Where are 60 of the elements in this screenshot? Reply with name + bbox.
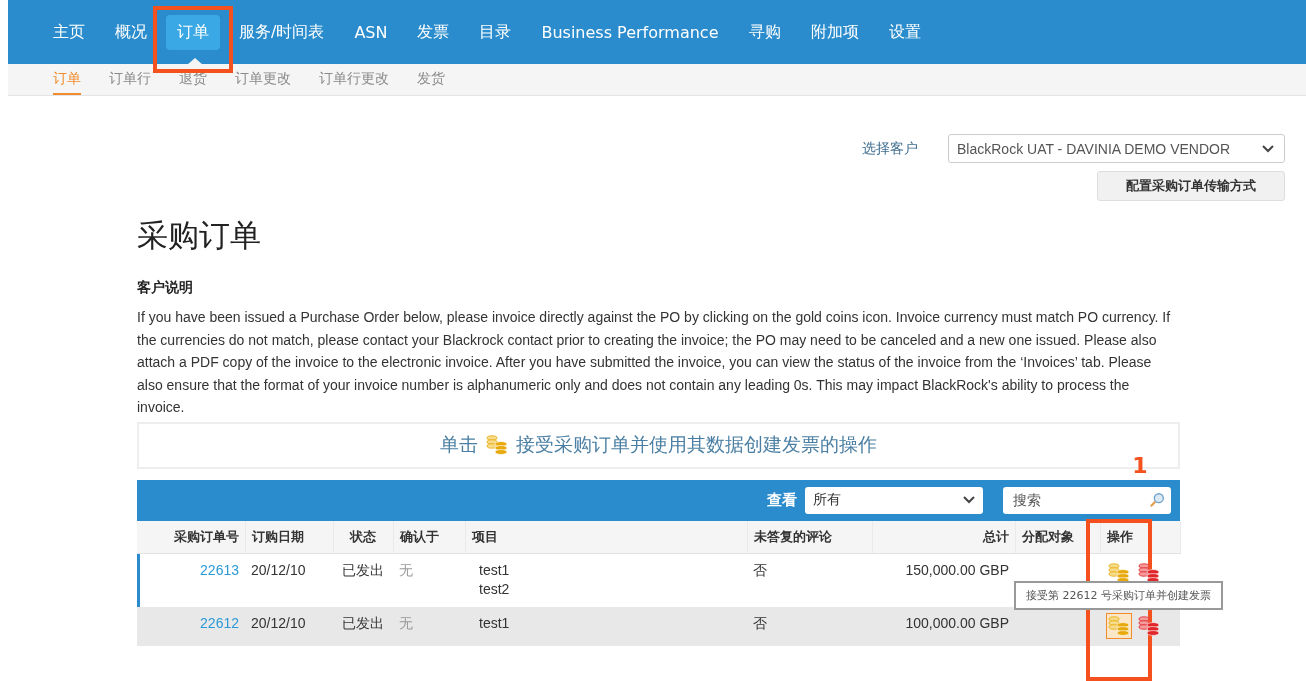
customer-select[interactable]: BlackRock UAT - DAVINIA DEMO VENDOR	[948, 134, 1285, 163]
nav-tab[interactable]: 发票	[406, 14, 461, 50]
tooltip: 接受第 22612 号采购订单并创建发票	[1014, 581, 1223, 611]
nav-tab[interactable]: 目录	[468, 14, 523, 50]
total-amount: 150,000.00 GBP	[905, 562, 1009, 579]
column-header: 状态	[348, 528, 377, 547]
sub-tab[interactable]: 订单更改	[235, 64, 291, 95]
coins-icon	[486, 434, 508, 457]
comments-text: 否	[753, 562, 767, 579]
item-text: test1	[478, 614, 511, 634]
nav-tab[interactable]: ASN	[343, 15, 399, 49]
column-header: 确认于	[399, 528, 440, 547]
item-text: test1	[478, 561, 511, 581]
confirmed-text: 无	[399, 615, 413, 632]
column-header: 总计	[981, 528, 1009, 547]
banner-text: 接受采购订单并使用其数据创建发票的操作	[516, 432, 877, 458]
sub-tab[interactable]: 订单行	[109, 64, 151, 95]
total-amount: 100,000.00 GBP	[905, 615, 1009, 632]
chevron-down-icon	[1262, 144, 1274, 153]
page-title: 采购订单	[137, 216, 262, 255]
column-header: 分配对象	[1021, 528, 1075, 547]
nav-tab[interactable]: 设置	[877, 14, 932, 50]
search-icon	[1148, 491, 1165, 510]
order-date: 20/12/10	[251, 615, 306, 632]
create-invoice-button[interactable]	[1106, 613, 1132, 640]
nav-tab[interactable]: 主页	[42, 14, 96, 50]
status-text: 已发出	[342, 615, 384, 632]
search-field[interactable]: 搜索	[1003, 486, 1171, 514]
item-text: test2	[478, 580, 511, 600]
callout-number: 1	[1131, 452, 1149, 478]
sub-tab[interactable]: 发货	[417, 64, 445, 95]
column-header: 项目	[471, 528, 499, 547]
banner-text: 单击	[440, 432, 478, 458]
comments-text: 否	[753, 615, 767, 632]
nav-tab[interactable]: 寻购	[737, 14, 792, 50]
chevron-down-icon	[963, 496, 975, 505]
nav-tab[interactable]: 附加项	[799, 14, 870, 50]
coins-icon	[1138, 615, 1160, 638]
status-text: 已发出	[342, 562, 384, 579]
instructions-text: If you have been issued a Purchase Order below, please invoice directly against the PO by clicking on the gold coins icon. Invoice currency must match PO currency. If the currencies do not match, please contact your Blackrock contact prior to creating the invoice; the PO may need to be canceled and a new one issued. Please also attach a PDF copy of the invoice to the electronic invoice. After you have submitted the invoice, you can view the status of the invoice from the ‘Invoices’ tab. Please also ensure that the format of your invoice number is alphanumeric only and does not contain any leading 0s. This may impact BlackRock's ability to process the invoice.	[137, 308, 1172, 418]
nav-tab[interactable]: 服务/时间表	[228, 14, 336, 50]
sub-tab[interactable]: 订单行更改	[319, 64, 389, 95]
po-number-link[interactable]: 22613	[200, 562, 239, 579]
po-number-link[interactable]: 22612	[200, 615, 239, 632]
nav-tab[interactable]: 概况	[104, 14, 158, 50]
column-header: 采购订单号	[172, 528, 239, 547]
sub-tab[interactable]: 订单	[53, 64, 81, 95]
nav-tab[interactable]: 订单	[166, 14, 220, 50]
column-header: 操作	[1106, 528, 1134, 547]
instructions-heading: 客户说明	[137, 279, 194, 297]
column-header: 订购日期	[251, 528, 305, 547]
config-button[interactable]: 配置采购订单传输方式	[1097, 171, 1285, 201]
column-header: 未答复的评论	[753, 528, 833, 547]
customer-label: 选择客户	[862, 139, 918, 158]
confirmed-text: 无	[399, 562, 413, 579]
coins-icon	[1108, 615, 1130, 638]
view-select[interactable]: 所有	[805, 486, 983, 514]
order-date: 20/12/10	[251, 562, 306, 579]
nav-tab[interactable]: Business Performance	[530, 15, 730, 49]
view-label: 查看	[767, 490, 797, 510]
